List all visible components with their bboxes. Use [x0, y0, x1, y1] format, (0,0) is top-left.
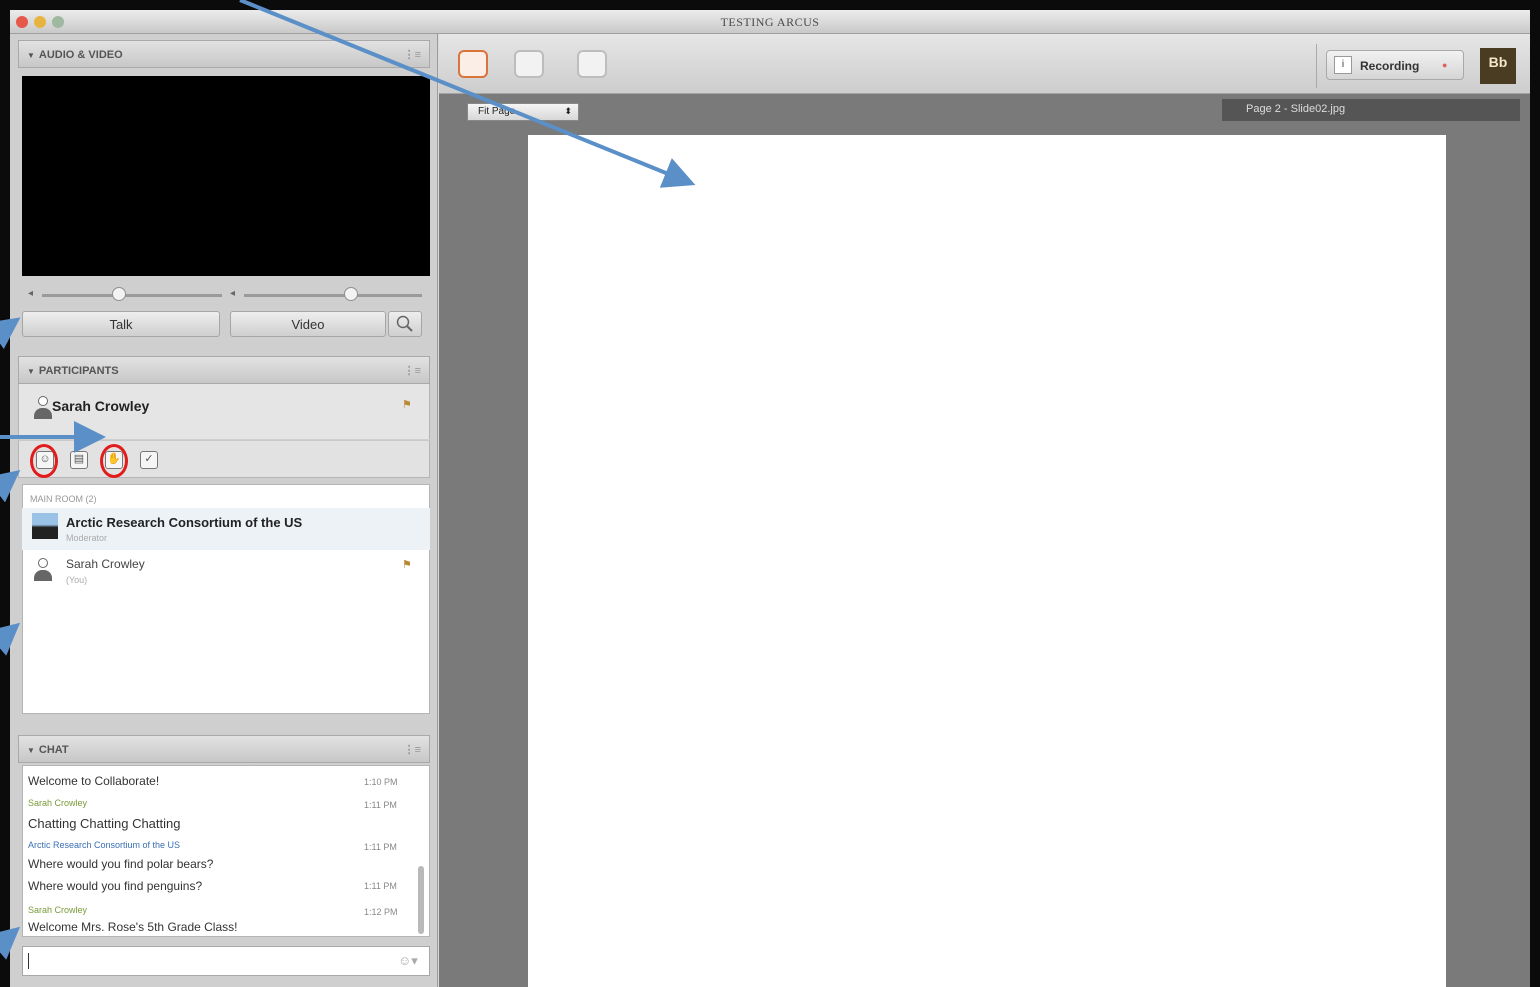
- moderator-avatar: [32, 513, 58, 539]
- chat-message: Welcome Mrs. Rose's 5th Grade Class!: [28, 920, 238, 934]
- recording-icon: i: [1334, 56, 1352, 74]
- app-share-mode-icon[interactable]: [514, 50, 544, 78]
- participant-name: Arctic Research Consortium of the US: [66, 515, 303, 530]
- chat-message: Welcome to Collaborate!: [28, 774, 160, 788]
- person-icon: [34, 396, 52, 420]
- page-indicator: Page 2 - Slide02.jpg: [1222, 99, 1520, 121]
- chat-timestamp: 1:11 PM: [364, 881, 397, 891]
- speaker-volume-knob[interactable]: [112, 287, 126, 301]
- speaker-volume-slider[interactable]: [42, 294, 222, 297]
- collapse-triangle-icon: ▼: [27, 746, 35, 755]
- notes-icon[interactable]: ▤: [70, 451, 88, 469]
- chat-panel-header[interactable]: ▼ CHAT ⋮≡: [18, 735, 430, 763]
- chat-timestamp: 1:11 PM: [364, 800, 397, 810]
- emoticon-picker-icon[interactable]: ☺▾: [398, 953, 418, 969]
- chat-sender: Arctic Research Consortium of the US: [28, 840, 181, 850]
- camera-preview-button[interactable]: [388, 311, 422, 337]
- text-caret: [28, 953, 29, 969]
- talk-button[interactable]: Talk: [22, 311, 220, 337]
- highlight-circle-raise-hand: [100, 444, 128, 478]
- person-icon: [34, 558, 52, 582]
- slide-page: [528, 135, 1446, 987]
- chat-timestamp: 1:12 PM: [364, 907, 398, 917]
- chat-timestamp: 1:11 PM: [364, 842, 397, 852]
- chat-input[interactable]: [22, 946, 430, 976]
- select-arrows-icon: ⬍: [564, 106, 572, 116]
- chat-timestamp: 1:10 PM: [364, 777, 398, 787]
- chat-header-label: CHAT: [38, 744, 69, 756]
- panel-menu-icon[interactable]: ⋮≡: [404, 364, 421, 377]
- status-flag-icon: ⚑: [402, 559, 412, 571]
- participant-role: (You): [66, 575, 88, 585]
- collapse-triangle-icon: ▼: [27, 51, 35, 60]
- chat-message: Where would you find penguins?: [28, 879, 203, 893]
- recording-label: Recording: [1360, 59, 1420, 73]
- collapse-triangle-icon: ▼: [27, 367, 35, 376]
- mic-volume-slider[interactable]: [244, 294, 422, 297]
- toolbar-divider: [1316, 44, 1317, 88]
- panel-menu-icon[interactable]: ⋮≡: [404, 48, 421, 61]
- video-display: [22, 76, 430, 276]
- record-dot-icon: ●: [1442, 60, 1448, 70]
- magnifier-icon: [396, 315, 413, 332]
- web-tour-mode-icon[interactable]: [577, 50, 607, 78]
- chat-scrollbar[interactable]: [418, 866, 424, 934]
- speaker-volume-icon: ◂: [28, 288, 34, 299]
- my-name: Sarah Crowley: [52, 398, 150, 414]
- main-room-label: MAIN ROOM (2): [30, 494, 97, 504]
- highlight-circle-emoticon: [30, 444, 58, 478]
- participant-name[interactable]: Sarah Crowley: [66, 557, 145, 571]
- mic-volume-icon: ◂: [230, 288, 236, 299]
- zoom-select-value: Fit Page: [478, 106, 516, 117]
- chat-message: Where would you find polar bears?: [28, 857, 214, 871]
- chat-sender: Sarah Crowley: [28, 905, 88, 915]
- mic-volume-knob[interactable]: [344, 287, 358, 301]
- window-title: TESTING ARCUS: [720, 15, 820, 29]
- audio-video-header-label: AUDIO & VIDEO: [38, 49, 123, 61]
- chat-sender: Sarah Crowley: [28, 798, 88, 808]
- whiteboard-mode-icon[interactable]: [458, 50, 488, 78]
- chat-message: Chatting Chatting Chatting: [28, 816, 181, 831]
- panel-menu-icon[interactable]: ⋮≡: [404, 743, 421, 756]
- participants-header-label: PARTICIPANTS: [38, 365, 119, 377]
- participant-role: Moderator: [66, 533, 108, 543]
- audio-video-panel-header[interactable]: ▼ AUDIO & VIDEO ⋮≡: [18, 40, 430, 68]
- participants-panel-header[interactable]: ▼ PARTICIPANTS ⋮≡: [18, 356, 430, 384]
- title-bar: TESTING ARCUS: [10, 10, 1530, 34]
- video-button[interactable]: Video: [230, 311, 386, 337]
- blackboard-logo: Bb: [1480, 48, 1516, 84]
- feedback-icon[interactable]: ✓: [140, 451, 158, 469]
- zoom-select[interactable]: Fit Page ⬍: [467, 103, 579, 121]
- status-flag-icon[interactable]: ⚑: [402, 398, 412, 411]
